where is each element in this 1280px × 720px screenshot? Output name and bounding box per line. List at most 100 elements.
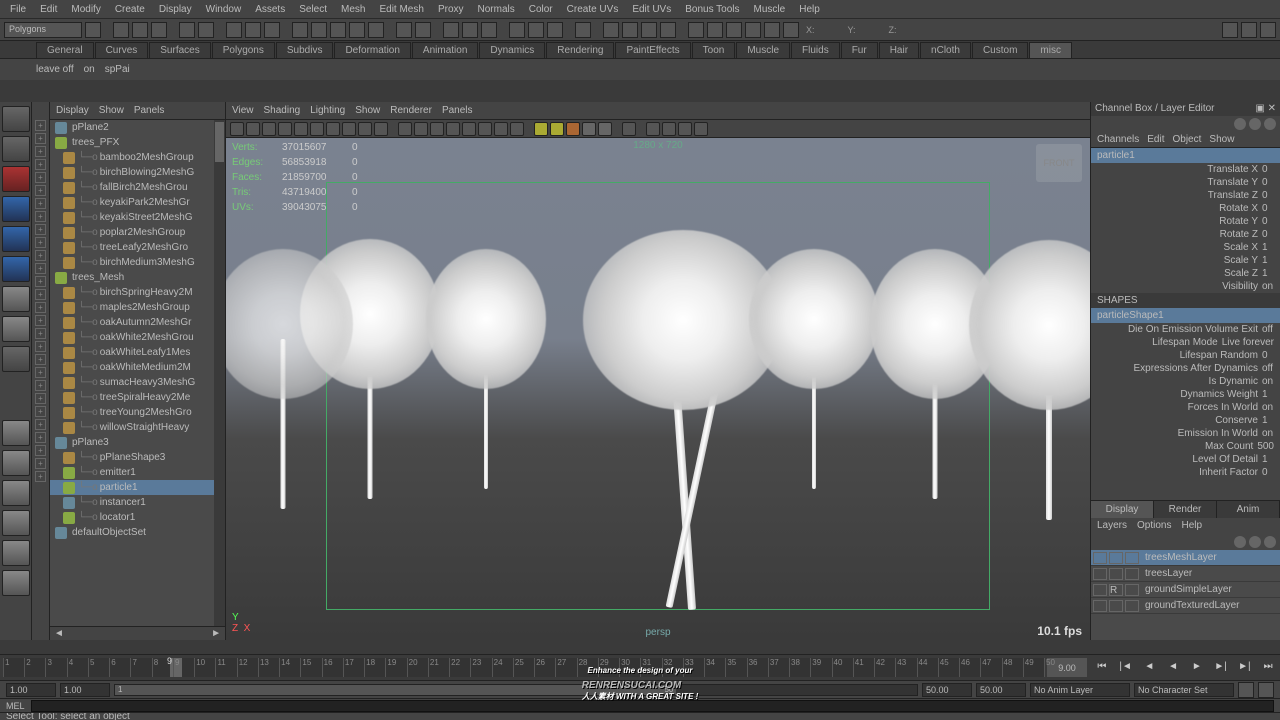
shelf-tab-polygons[interactable]: Polygons xyxy=(212,42,275,58)
viewport-toolbar-button[interactable] xyxy=(534,122,548,136)
menu-modify[interactable]: Modify xyxy=(65,2,106,17)
construction-icon[interactable] xyxy=(575,22,591,38)
shape-attr[interactable]: Max Count500 xyxy=(1091,440,1280,453)
toolbar-button[interactable] xyxy=(85,22,101,38)
expand-toggle[interactable]: + xyxy=(35,198,46,209)
channel-attr[interactable]: Visibilityon xyxy=(1091,280,1280,293)
expand-toggle[interactable]: + xyxy=(35,159,46,170)
viewport-toolbar-button[interactable] xyxy=(494,122,508,136)
expand-toggle[interactable]: + xyxy=(35,471,46,482)
mode-selector[interactable]: Polygons xyxy=(4,22,82,38)
expand-toggle[interactable]: + xyxy=(35,146,46,157)
shape-attr[interactable]: Die On Emission Volume Exitoff xyxy=(1091,323,1280,336)
range-start-field[interactable]: 1.00 xyxy=(60,683,110,697)
viewport-toolbar-button[interactable] xyxy=(430,122,444,136)
outliner-item[interactable]: └─o oakWhiteMedium2M xyxy=(50,360,225,375)
selected-node[interactable]: particle1 xyxy=(1091,148,1280,163)
outliner-item[interactable]: └─o birchMedium3MeshG xyxy=(50,255,225,270)
expand-toggle[interactable]: + xyxy=(35,276,46,287)
display-layer[interactable]: treesLayer xyxy=(1091,566,1280,582)
shelf-tab-toon[interactable]: Toon xyxy=(692,42,736,58)
layer-type-toggle[interactable]: R xyxy=(1109,584,1123,596)
outliner-tree[interactable]: pPlane2trees_PFX└─o bamboo2MeshGroup└─o … xyxy=(50,120,225,626)
expand-toggle[interactable]: + xyxy=(35,120,46,131)
menu-edit-uvs[interactable]: Edit UVs xyxy=(626,2,677,17)
range-end-field[interactable]: 50.00 xyxy=(922,683,972,697)
shelf-tab-fluids[interactable]: Fluids xyxy=(791,42,840,58)
layer-tab-anim[interactable]: Anim xyxy=(1217,501,1280,518)
misc-icon[interactable] xyxy=(783,22,799,38)
character-set-select[interactable]: No Character Set xyxy=(1134,683,1234,697)
shelf-tab-curves[interactable]: Curves xyxy=(95,42,149,58)
expand-toggle[interactable]: + xyxy=(35,380,46,391)
viewport-toolbar-button[interactable] xyxy=(678,122,692,136)
lasso-tool-icon[interactable] xyxy=(2,136,30,162)
expand-toggle[interactable]: + xyxy=(35,263,46,274)
outliner-item[interactable]: └─o poplar2MeshGroup xyxy=(50,225,225,240)
go-end-icon[interactable]: ⏭ xyxy=(1260,661,1276,675)
command-mode-label[interactable]: MEL xyxy=(6,701,25,711)
menu-edit-mesh[interactable]: Edit Mesh xyxy=(373,2,429,17)
shelf-tab-general[interactable]: General xyxy=(36,42,94,58)
viewport-toolbar-button[interactable] xyxy=(510,122,524,136)
anim-layer-select[interactable]: No Anim Layer xyxy=(1030,683,1130,697)
step-forward-key-icon[interactable]: ►| xyxy=(1236,661,1252,675)
outliner-item[interactable]: └─o oakWhiteLeafy1Mes xyxy=(50,345,225,360)
layer-color-swatch[interactable] xyxy=(1125,584,1139,596)
layer-color-swatch[interactable] xyxy=(1125,552,1139,564)
new-scene-icon[interactable] xyxy=(113,22,129,38)
last-tool-icon[interactable] xyxy=(2,346,30,372)
shelf-item[interactable]: on xyxy=(84,64,95,75)
paint-select-icon[interactable] xyxy=(264,22,280,38)
manip-icon[interactable] xyxy=(1234,118,1246,130)
shape-attr[interactable]: Dynamics Weight1 xyxy=(1091,388,1280,401)
step-back-key-icon[interactable]: |◄ xyxy=(1118,661,1134,675)
outliner-item[interactable]: └─o birchBlowing2MeshG xyxy=(50,165,225,180)
expand-toggle[interactable]: + xyxy=(35,211,46,222)
shelf-item[interactable]: leave off xyxy=(36,64,74,75)
layout-graph-icon[interactable] xyxy=(2,540,30,566)
layer-type-toggle[interactable] xyxy=(1109,568,1123,580)
layer-vis-toggle[interactable] xyxy=(1093,600,1107,612)
outliner-item[interactable]: └─o maples2MeshGroup xyxy=(50,300,225,315)
menu-normals[interactable]: Normals xyxy=(472,2,521,17)
channel-attr[interactable]: Translate X0 xyxy=(1091,163,1280,176)
paint-tool-icon[interactable] xyxy=(2,166,30,192)
soft-select-icon[interactable] xyxy=(2,316,30,342)
layout-icon[interactable] xyxy=(1222,22,1238,38)
outliner-item[interactable]: └─o instancer1 xyxy=(50,495,225,510)
uv-editor-icon[interactable] xyxy=(622,22,638,38)
go-start-icon[interactable]: ⏮ xyxy=(1094,661,1110,675)
viewport-toolbar-button[interactable] xyxy=(598,122,612,136)
snap-live-icon[interactable] xyxy=(368,22,384,38)
shape-attr[interactable]: Lifespan ModeLive forever xyxy=(1091,336,1280,349)
viewport-toolbar-button[interactable] xyxy=(374,122,388,136)
attr-editor-icon[interactable] xyxy=(1260,22,1276,38)
shelf-tab-surfaces[interactable]: Surfaces xyxy=(149,42,210,58)
open-scene-icon[interactable] xyxy=(132,22,148,38)
shelf-item[interactable]: spPai xyxy=(105,64,130,75)
expand-toggle[interactable]: + xyxy=(35,185,46,196)
outliner-item[interactable]: └─o pPlaneShape3 xyxy=(50,450,225,465)
range-thumb[interactable]: 1 50 xyxy=(115,685,676,695)
hypershade-icon[interactable] xyxy=(603,22,619,38)
expand-toggle[interactable]: + xyxy=(35,445,46,456)
channel-attr[interactable]: Rotate Y0 xyxy=(1091,215,1280,228)
rotate-tool-icon[interactable] xyxy=(2,226,30,252)
viewport-toolbar-button[interactable] xyxy=(478,122,492,136)
viewport-toolbar-button[interactable] xyxy=(278,122,292,136)
timeline-track[interactable]: 9 12345678910111213141516171819202122232… xyxy=(3,658,1044,677)
menu-bonus-tools[interactable]: Bonus Tools xyxy=(679,2,745,17)
redo-icon[interactable] xyxy=(198,22,214,38)
shape-attr[interactable]: Inherit Factor0 xyxy=(1091,466,1280,479)
outliner-item[interactable]: └─o particle1 xyxy=(50,480,225,495)
undo-icon[interactable] xyxy=(179,22,195,38)
viewport-toolbar-button[interactable] xyxy=(262,122,276,136)
graph-icon[interactable] xyxy=(547,22,563,38)
layout-single-icon[interactable] xyxy=(2,420,30,446)
new-layer-icon[interactable] xyxy=(1234,536,1246,548)
shape-attr[interactable]: Is Dynamicon xyxy=(1091,375,1280,388)
channel-menu-item[interactable]: Object xyxy=(1173,134,1202,145)
layer-menu-item[interactable]: Options xyxy=(1137,520,1171,532)
layout-persp-icon[interactable] xyxy=(2,480,30,506)
